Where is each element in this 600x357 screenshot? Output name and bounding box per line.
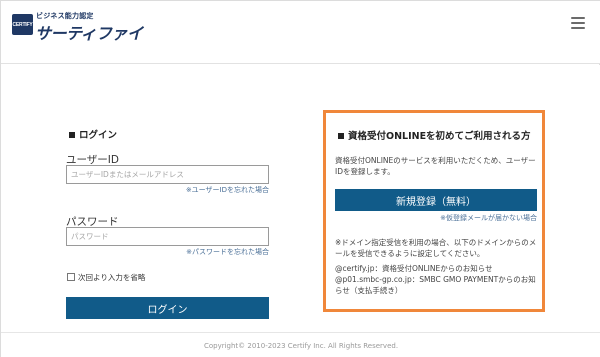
signup-section-title: 資格受付ONLINEを初めてご利用される方 [338, 128, 531, 142]
logo-name: サーティファイ [35, 24, 143, 43]
menu-bar [571, 27, 585, 29]
remember-row[interactable]: 次回より入力を省略 [67, 271, 145, 283]
hamburger-menu-icon[interactable] [571, 16, 585, 30]
main-content: ログイン ユーザーID ※ユーザーIDを忘れた場合 パスワード ※パスワードを忘… [1, 65, 600, 332]
square-bullet-icon [338, 132, 344, 139]
remember-checkbox[interactable] [67, 273, 75, 281]
register-button[interactable]: 新規登録（無料） [335, 189, 537, 211]
site-footer: Copyright© 2010-2023 Certify Inc. All Ri… [1, 332, 600, 357]
login-button[interactable]: ログイン [66, 297, 269, 319]
password-input[interactable] [66, 227, 269, 246]
forgot-password-link[interactable]: ※パスワードを忘れた場合 [169, 247, 269, 257]
menu-bar [571, 22, 585, 24]
forgot-user-id-link[interactable]: ※ユーザーIDを忘れた場合 [169, 185, 269, 195]
certify-logo[interactable]: CERTIFY ビジネス能力認定 サーティファイ [12, 11, 143, 43]
user-id-input[interactable] [66, 165, 269, 184]
login-title-text: ログイン [79, 130, 118, 141]
signup-title-text: 資格受付ONLINEを初めてご利用される方 [348, 131, 531, 142]
logo-mark-icon: CERTIFY [12, 14, 33, 35]
square-bullet-icon [69, 131, 75, 138]
domain-info-smbc: @p01.smbc-gp.co.jp：SMBC GMO PAYMENTからのお知… [335, 275, 536, 295]
site-header: CERTIFY ビジネス能力認定 サーティファイ [1, 1, 600, 64]
mail-not-arrived-link[interactable]: ※仮登録メールが届かない場合 [426, 213, 537, 223]
domain-note: ※ドメイン指定受信を利用の場合、以下のドメインからのメールを受信できるように設定… [335, 238, 537, 258]
page-frame: CERTIFY ビジネス能力認定 サーティファイ ログイン ユーザーID ※ユー… [0, 0, 600, 357]
signup-box: 資格受付ONLINEを初めてご利用される方 資格受付ONLINEのサービスを利用… [323, 110, 545, 312]
menu-bar [571, 17, 585, 19]
copyright-text: Copyright© 2010-2023 Certify Inc. All Ri… [203, 341, 399, 350]
logo-mark-text: CERTIFY [12, 21, 33, 28]
domain-info-certify: @certify.jp：資格受付ONLINEからのお知らせ [335, 264, 493, 273]
login-section-title: ログイン [69, 127, 117, 141]
remember-label: 次回より入力を省略 [78, 272, 146, 282]
signup-description: 資格受付ONLINEのサービスを利用いただくため、ユーザーIDを登録します。 [335, 156, 536, 176]
domain-info: @certify.jp：資格受付ONLINEからのお知らせ @p01.smbc-… [335, 263, 541, 296]
